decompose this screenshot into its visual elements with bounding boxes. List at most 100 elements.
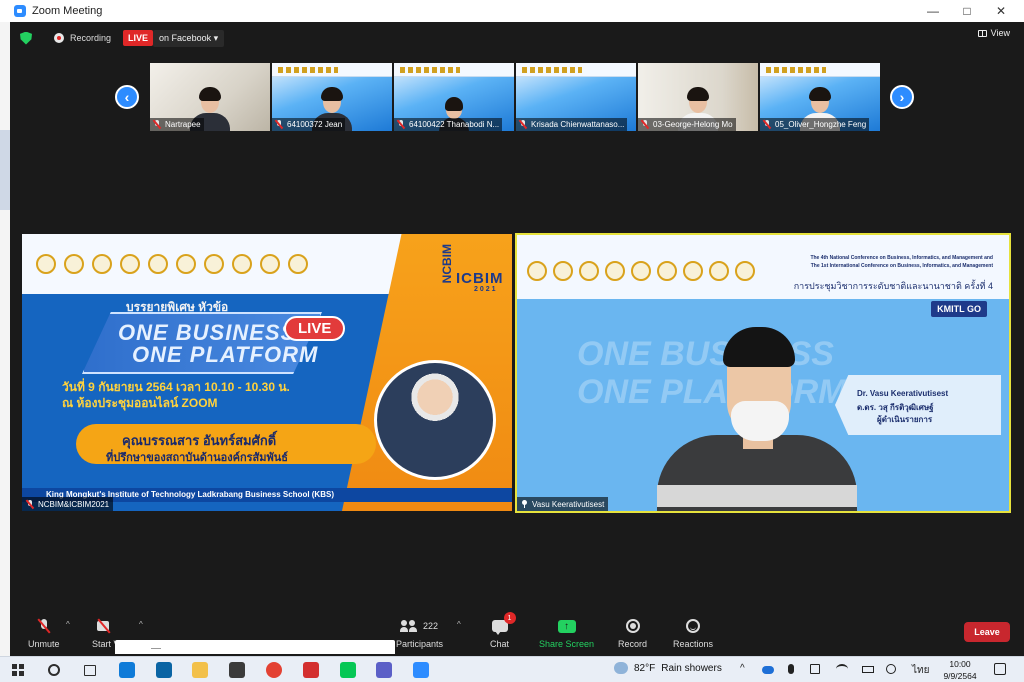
weather-widget[interactable]: 82°F Rain showers [614,662,722,674]
institution-logo-icon [527,261,547,281]
taskbar-app-edge[interactable] [119,662,135,678]
taskbar-app-acrobat[interactable] [303,662,319,678]
muted-mic-icon [397,120,405,129]
institution-logo-icon [120,254,140,274]
muted-mic-icon [26,499,34,509]
taskbar-app-teams[interactable] [376,662,392,678]
participant-thumbnail[interactable]: 64100372 Jean [272,63,392,131]
video-off-camera-icon [96,620,115,632]
participant-thumbnail[interactable]: Krisada Chienwattanaso... [516,63,636,131]
input-language[interactable]: ไทย [912,663,929,678]
minimize-button[interactable]: — [916,0,950,22]
window-title-bar: Zoom Meeting — □ ✕ [0,0,1024,22]
chat-label: Chat [490,639,510,649]
start-button[interactable] [10,662,26,678]
maximize-button[interactable]: □ [950,0,984,22]
close-window-button[interactable]: ✕ [984,0,1018,22]
search-button[interactable] [46,662,62,678]
share-screen-button[interactable]: ↑ Share Screen [539,616,594,649]
clock-time: 10:00 [949,659,971,669]
video-tile-ncbim[interactable]: NCBIM ICBIM 2021 บรรยายพิเศษ หัวข้อ ONE … [22,234,512,511]
taskbar-app-mail[interactable] [156,662,172,678]
speaker-portrait [374,360,496,480]
live-destination-dropdown[interactable]: on Facebook ▾ [153,29,225,47]
windows-taskbar: 82°F Rain showers ^ ไทย 10:00 9/9/2564 [0,656,1024,682]
institution-logo-icon [605,261,625,281]
participant-thumbnail[interactable]: 05_Oliver_Hongzhe Feng [760,63,880,131]
notification-center-icon[interactable] [994,663,1006,675]
muted-mic-icon [641,120,649,129]
virtual-background [272,63,392,77]
participant-name: Vasu Keerativutisest [532,499,605,509]
video-options-caret[interactable]: ^ [139,620,143,629]
chat-unread-badge: 1 [503,612,516,624]
weather-temperature: 82°F [634,662,656,674]
muted-mic-icon [275,120,283,129]
speaker-video-figure [657,325,857,511]
line-icon [340,662,356,678]
taskbar-app-store[interactable] [229,662,245,678]
pen-touch-icon[interactable] [886,664,896,674]
prev-page-arrow-icon[interactable]: ‹ [115,85,139,109]
speaker-volume-icon[interactable] [810,664,820,674]
participant-thumbnail[interactable]: Nartrapee [150,63,270,131]
chat-button[interactable]: 1 Chat [490,612,516,649]
taskbar-app-explorer[interactable] [192,662,208,678]
weather-cloud-icon [614,662,628,674]
video-name-tag: Vasu Keerativutisest [517,497,609,511]
card-speaker-role: ผู้ดำเนินรายการ [877,415,933,424]
participants-button[interactable]: 222 Participants [396,616,443,649]
audio-options-caret[interactable]: ^ [66,620,70,629]
participants-options-caret[interactable]: ^ [457,620,461,629]
wifi-icon[interactable] [836,664,848,674]
unmute-button[interactable]: Unmute [28,616,60,649]
window-title: Zoom Meeting [32,5,103,17]
recording-label[interactable]: Recording [70,33,111,43]
clock-date: 9/9/2564 [943,671,977,681]
institution-logo-icon [631,261,651,281]
taskbar-app-line[interactable] [340,662,356,678]
institution-logo-icon [148,254,168,274]
record-label: Record [618,639,648,649]
show-hidden-icons-chevron[interactable]: ^ [740,663,745,674]
taskbar-app-zoom[interactable] [413,662,429,678]
participant-thumbnail[interactable]: 64100422 Thanabodi N... [394,63,514,131]
onedrive-icon[interactable] [762,666,774,674]
institution-logo-icon [709,261,729,281]
brand-icbim: ICBIM [456,270,504,287]
microphone-icon[interactable] [788,664,794,674]
battery-icon[interactable] [862,666,874,673]
slogan-line-2: ONE PLATFORM [132,342,319,367]
weather-description: Rain showers [661,662,722,674]
share-screen-icon: ↑ [557,619,576,633]
institution-logo-icon [176,254,196,274]
security-shield-icon[interactable] [20,31,32,45]
brand-ncbim: NCBIM [440,244,454,284]
view-button[interactable]: View [977,28,1010,38]
conference-title-line-1: The 4th National Conference on Business,… [810,255,993,261]
participants-label: Participants [396,639,444,649]
view-label: View [990,28,1010,38]
virtual-background [760,63,880,77]
participant-thumbnail[interactable]: 03-George-Helong Mo [638,63,758,131]
record-icon [625,619,640,633]
participant-name: NCBIM&ICBIM2021 [38,499,110,509]
institution-logos [527,261,755,281]
taskbar-app-chrome[interactable] [266,662,282,678]
muted-mic-icon [519,120,527,129]
search-icon [48,664,60,676]
record-button[interactable]: Record [618,616,647,649]
overlay-popup[interactable] [115,640,395,654]
gallery-view-icon [977,29,987,37]
leave-button[interactable]: Leave [964,622,1010,642]
next-page-arrow-icon[interactable]: › [890,85,914,109]
institution-logo-icon [260,254,280,274]
reactions-button[interactable]: Reactions [673,616,713,649]
video-tile-active-speaker[interactable]: The 4th National Conference on Business,… [515,233,1011,513]
conference-title-thai: การประชุมวิชาการระดับชาติและนานาชาติ ครั… [793,281,993,291]
system-clock[interactable]: 10:00 9/9/2564 [936,658,984,682]
institution-logo-icon [657,261,677,281]
meeting-status-bar: Recording LIVE on Facebook ▾ [20,28,225,48]
task-view-button[interactable] [82,662,98,678]
chrome-icon [266,662,282,678]
